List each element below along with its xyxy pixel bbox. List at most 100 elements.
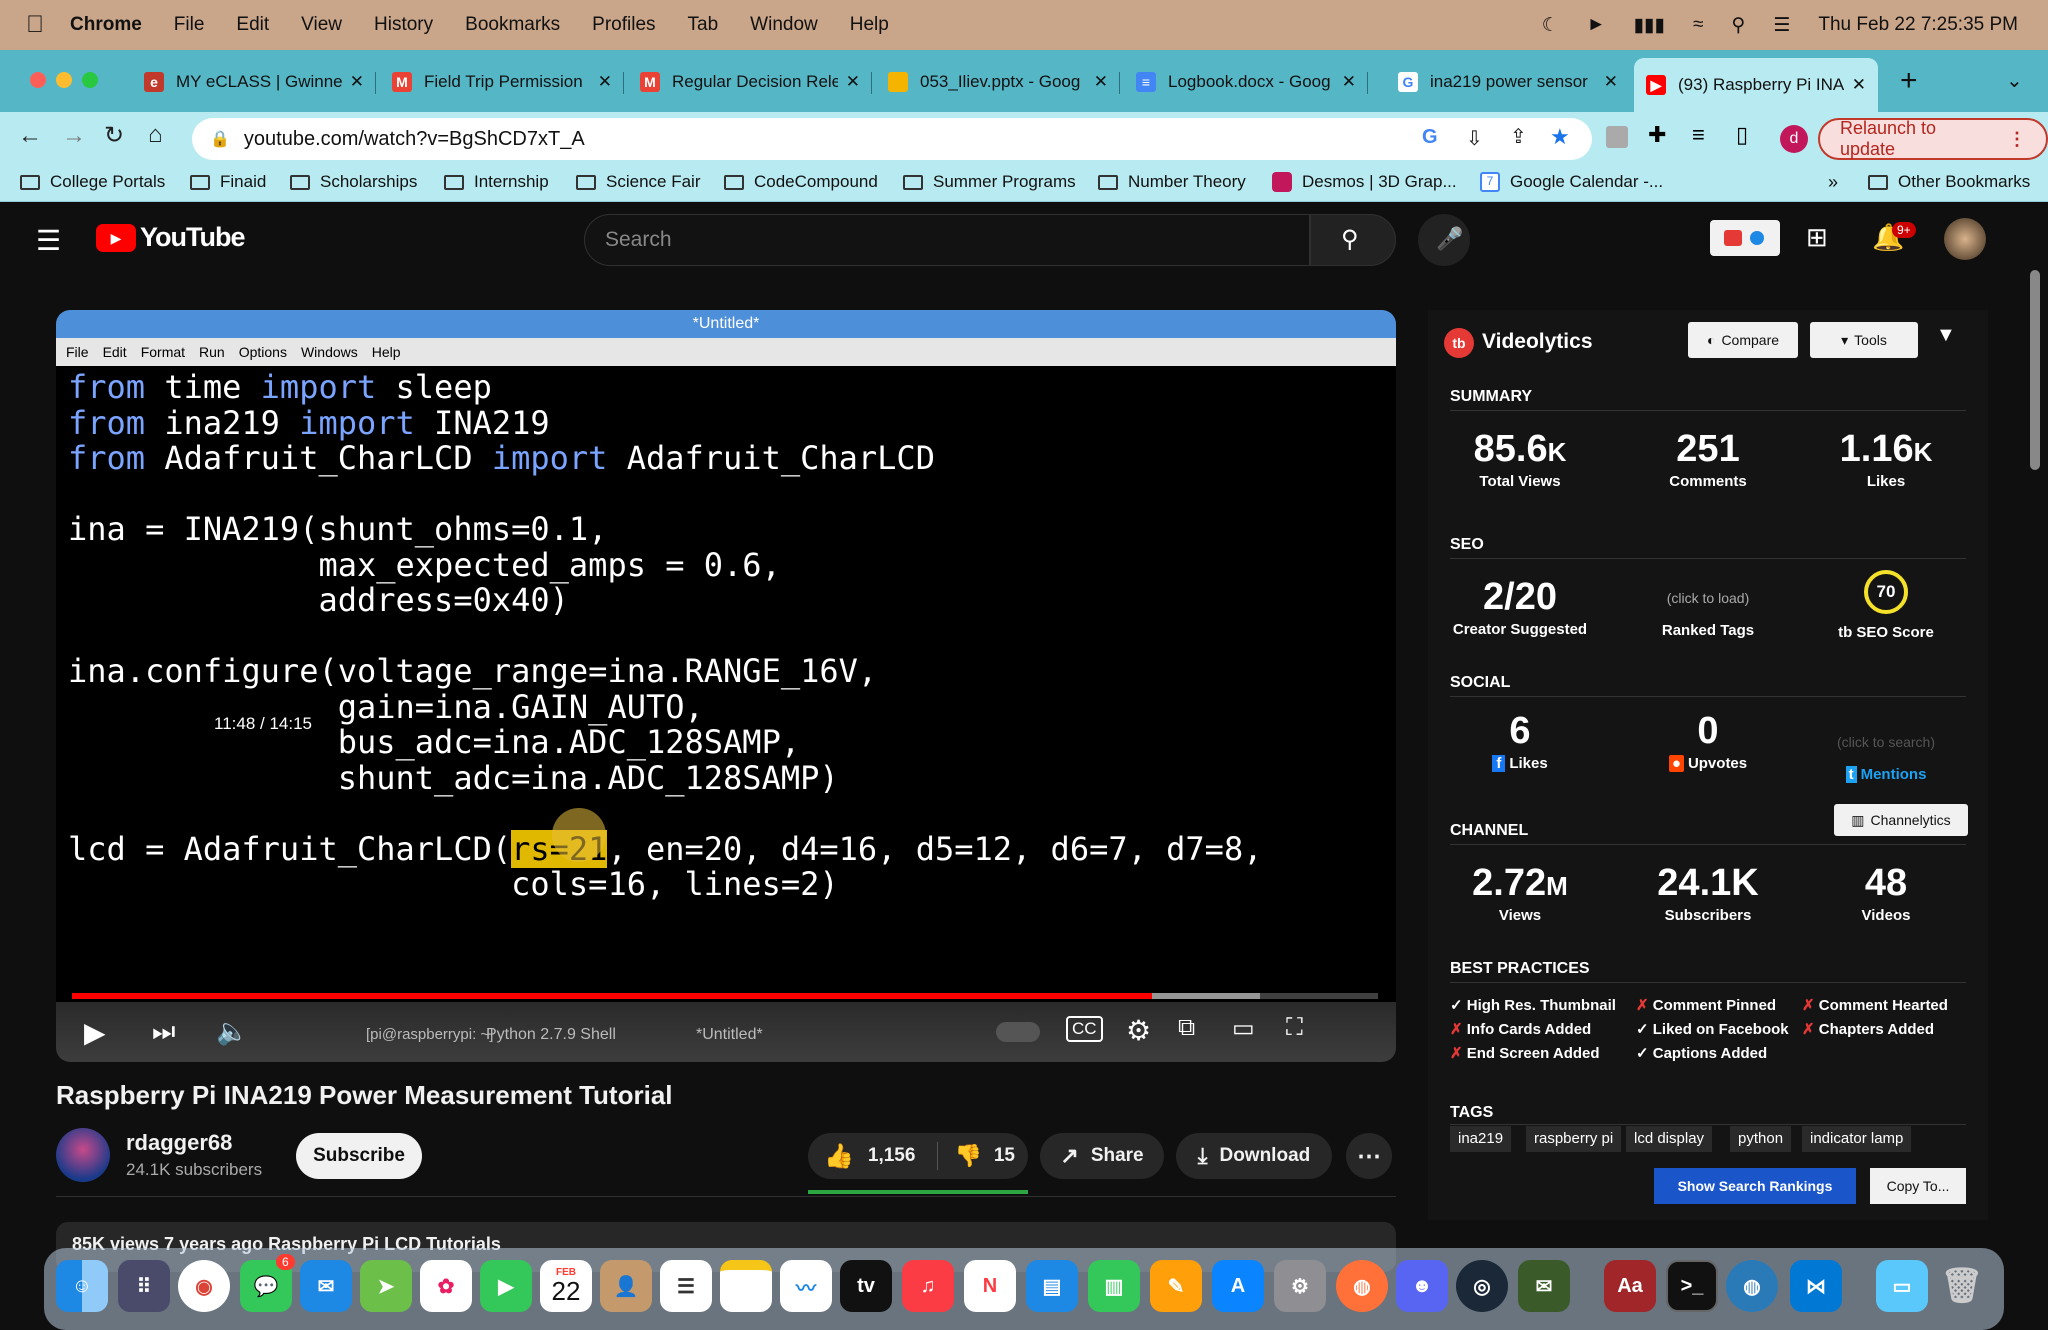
battery-icon[interactable]: ▮▮▮ [1634, 14, 1665, 37]
like-count[interactable]: 1,156 [868, 1145, 916, 1167]
social-twitter-mentions[interactable]: (click to search) t Mentions [1796, 734, 1976, 783]
lock-icon[interactable]: 🔒 [210, 129, 230, 149]
channelytics-button[interactable]: ▥ Channelytics [1834, 804, 1968, 836]
back-icon[interactable]: ← [18, 122, 42, 150]
close-tab-icon[interactable]: ✕ [1852, 75, 1866, 95]
progress-played[interactable] [72, 993, 1153, 999]
channel-name[interactable]: rdagger68 [126, 1130, 232, 1156]
bookmark-college-portals[interactable]: College Portals [20, 172, 165, 192]
bookmark-other[interactable]: Other Bookmarks [1868, 172, 2030, 192]
app-store-icon[interactable]: A [1212, 1260, 1264, 1312]
address-bar[interactable]: 🔒 youtube.com/watch?v=BgShCD7xT_A G ⇩ ⇪ … [192, 118, 1592, 160]
menu-file[interactable]: File [158, 14, 221, 36]
apple-tv-icon[interactable]: tv [840, 1260, 892, 1312]
menu-help[interactable]: Help [834, 14, 905, 36]
hamburger-menu-icon[interactable]: ☰ [36, 224, 61, 257]
photos-icon[interactable]: ✿ [420, 1260, 472, 1312]
compare-button[interactable]: ◐ Compare [1688, 322, 1798, 358]
apple-icon[interactable]:  [0, 11, 70, 39]
bookmarks-overflow[interactable]: » [1828, 172, 1838, 193]
click-to-search-hint[interactable]: (click to search) [1796, 734, 1976, 750]
youtube-logo-text[interactable]: YouTube [140, 222, 245, 253]
seo-ranked-tags[interactable]: (click to load) Ranked Tags [1618, 590, 1798, 639]
bookmark-star-icon[interactable]: ★ [1550, 124, 1570, 150]
settings-gear-icon[interactable]: ⚙ [1126, 1014, 1151, 1047]
menu-edit[interactable]: Edit [220, 14, 285, 36]
bookmark-desmos[interactable]: Desmos | 3D Grap... [1272, 172, 1457, 192]
pages-icon[interactable]: ✎ [1150, 1260, 1202, 1312]
menu-tab[interactable]: Tab [672, 14, 735, 36]
contacts-icon[interactable]: 👤 [600, 1260, 652, 1312]
network-globe-icon[interactable]: ◍ [1726, 1260, 1778, 1312]
dislike-count[interactable]: 15 [994, 1145, 1015, 1167]
bookmark-number-theory[interactable]: Number Theory [1098, 172, 1246, 192]
search-button[interactable]: ⚲ [1310, 214, 1396, 266]
menubar-clock[interactable]: Thu Feb 22 7:25:35 PM [1818, 14, 2018, 36]
video-player[interactable]: *Untitled* File Edit Format Run Options … [56, 310, 1396, 1062]
minecraft-icon[interactable]: ✉ [1518, 1260, 1570, 1312]
tab-ina219-search[interactable]: G ina219 power sensor ✕ [1386, 60, 1630, 104]
maps-icon[interactable]: ➤ [360, 1260, 412, 1312]
bookmark-science-fair[interactable]: Science Fair [576, 172, 700, 192]
notes-icon[interactable] [720, 1260, 772, 1312]
steam-icon[interactable]: ◎ [1456, 1260, 1508, 1312]
tubebuddy-extension-button[interactable] [1710, 220, 1780, 256]
subscribe-button[interactable]: Subscribe [296, 1133, 422, 1179]
youtube-logo-icon[interactable]: ▶ [96, 224, 136, 252]
close-tab-icon[interactable]: ✕ [598, 72, 612, 92]
tab-logbook[interactable]: ≡ Logbook.docx - Goog ✕ [1124, 60, 1368, 104]
next-icon[interactable]: ⏭ [152, 1016, 175, 1048]
tag-chip[interactable]: indicator lamp [1802, 1126, 1912, 1152]
tag-chip[interactable]: lcd display [1626, 1126, 1713, 1152]
extensions-puzzle-icon[interactable]: ✚ [1648, 122, 1666, 148]
moon-icon[interactable]: ☾ [1542, 14, 1559, 37]
more-actions-icon[interactable]: ⋯ [1346, 1133, 1392, 1179]
tab-search-chevron-icon[interactable]: ⌄ [2006, 68, 2023, 93]
bookmark-finaid[interactable]: Finaid [190, 172, 266, 192]
menu-app-name[interactable]: Chrome [70, 14, 158, 36]
zoom-window-button[interactable] [82, 72, 98, 88]
install-icon[interactable]: ⇩ [1466, 126, 1483, 151]
minimize-window-button[interactable] [56, 72, 72, 88]
spotlight-icon[interactable]: ⚲ [1731, 14, 1745, 37]
close-tab-icon[interactable]: ✕ [846, 72, 860, 92]
show-search-rankings-button[interactable]: Show Search Rankings [1654, 1168, 1856, 1204]
user-avatar[interactable] [1944, 218, 1986, 260]
page-scrollbar[interactable] [2030, 270, 2040, 470]
menu-profiles[interactable]: Profiles [576, 14, 671, 36]
kebab-menu-icon[interactable]: ⋮ [2008, 129, 2026, 150]
collapse-chevron-icon[interactable]: ▼ [1936, 324, 1956, 347]
menu-window[interactable]: Window [734, 14, 834, 36]
bookmark-summer-programs[interactable]: Summer Programs [903, 172, 1076, 192]
keynote-icon[interactable]: ▤ [1026, 1260, 1078, 1312]
play-circle-icon[interactable]: ► [1587, 14, 1606, 36]
menu-history[interactable]: History [358, 14, 449, 36]
search-input[interactable]: Search [584, 214, 1310, 266]
bookmark-google-calendar[interactable]: 7 Google Calendar -... [1480, 172, 1663, 192]
autoplay-toggle[interactable] [996, 1022, 1040, 1042]
tools-button[interactable]: ▾ Tools [1810, 322, 1918, 358]
volume-icon[interactable]: 🔈 [216, 1016, 248, 1047]
click-to-load-hint[interactable]: (click to load) [1618, 590, 1798, 606]
downloads-folder-icon[interactable]: ▭ [1876, 1260, 1928, 1312]
trash-icon[interactable]: 🗑 [1936, 1260, 1988, 1312]
freeform-icon[interactable]: 〰 [780, 1260, 832, 1312]
menu-bookmarks[interactable]: Bookmarks [449, 14, 576, 36]
bookmark-scholarships[interactable]: Scholarships [290, 172, 417, 192]
new-tab-icon[interactable]: + [1900, 64, 1918, 98]
voice-search-button[interactable]: 🎤 [1418, 214, 1470, 266]
facetime-icon[interactable]: ▶ [480, 1260, 532, 1312]
share-icon[interactable]: ⇪ [1510, 124, 1527, 149]
close-tab-icon[interactable]: ✕ [1342, 72, 1356, 92]
tag-chip[interactable]: raspberry pi [1526, 1126, 1622, 1152]
fullscreen-icon[interactable]: ⛶ [1286, 1014, 1303, 1042]
play-icon[interactable]: ▶ [84, 1016, 106, 1049]
firefox-icon[interactable]: ◍ [1336, 1260, 1388, 1312]
tab-slides[interactable]: 053_Iliev.pptx - Goog ✕ [876, 60, 1120, 104]
terminal-icon[interactable]: >_ [1666, 1260, 1718, 1312]
thumbs-down-icon[interactable]: 👎 [954, 1143, 981, 1169]
system-settings-icon[interactable]: ⚙ [1274, 1260, 1326, 1312]
channel-avatar[interactable] [56, 1128, 110, 1182]
captions-icon[interactable]: CC [1066, 1016, 1103, 1042]
wifi-icon[interactable]: ≈ [1693, 14, 1703, 36]
